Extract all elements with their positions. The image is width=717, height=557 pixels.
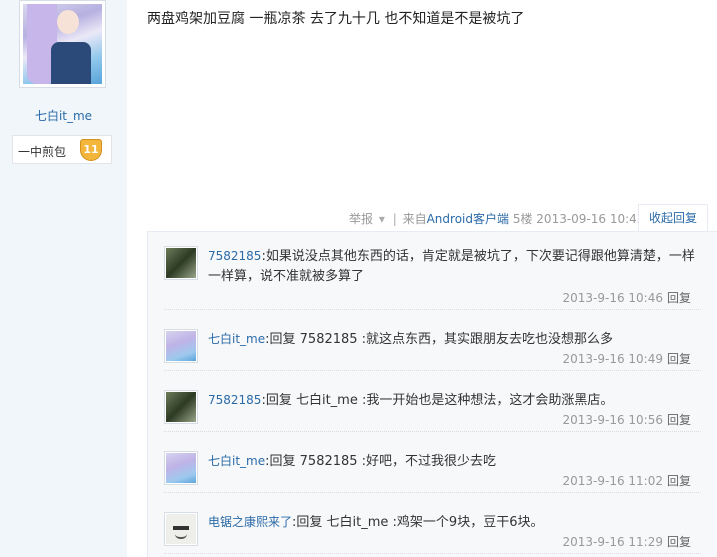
reply-button[interactable]: 回复 [667, 474, 691, 488]
reply-username[interactable]: 七白it_me [208, 332, 265, 346]
post-tail: 举报 ▾ | 来自Android客户端 5楼 2013-09-16 10:43 [349, 210, 644, 227]
author-sidebar: 七白it_me 一中煎包 11 [0, 0, 127, 557]
reply-button[interactable]: 回复 [667, 535, 691, 549]
author-avatar[interactable] [19, 0, 106, 88]
list-item: 7582185:如果说没点其他东西的话，肯定就是被坑了，下次要记得跟他算清楚，一… [164, 246, 701, 310]
reply-avatar[interactable] [164, 390, 198, 424]
author-rank[interactable]: 一中煎包 11 [12, 135, 112, 164]
reply-time: 2013-9-16 11:29 [562, 535, 663, 549]
rank-label: 一中煎包 [18, 145, 67, 159]
reply-username[interactable]: 7582185 [208, 249, 261, 263]
list-item: 7582185:回复 七白it_me :我一开始也是这种想法，这才会助涨黑店。 … [164, 390, 701, 432]
reply-time: 2013-9-16 10:46 [562, 291, 663, 305]
reply-username[interactable]: 电锯之康熙来了 [208, 515, 292, 529]
reply-list: 7582185:如果说没点其他东西的话，肯定就是被坑了，下次要记得跟他算清楚，一… [147, 231, 717, 557]
reply-avatar[interactable] [164, 329, 198, 363]
divider: | [392, 212, 397, 226]
reply-text: 回复 七白it_me :我一开始也是这种想法，这才会助涨黑店。 [265, 393, 614, 408]
reply-button[interactable]: 回复 [667, 352, 691, 366]
post-content: 两盘鸡架加豆腐 一瓶凉茶 去了九十几 也不知道是不是被坑了 [147, 11, 525, 27]
list-item: 电锯之康熙来了:回复 七白it_me :鸡架一个9块，豆干6块。 2013-9-… [164, 512, 701, 554]
reply-time: 2013-9-16 10:56 [562, 413, 663, 427]
reply-text: 如果说没点其他东西的话，肯定就是被坑了，下次要记得跟他算清楚，一样一样算，说不准… [208, 249, 695, 284]
anime-girl-avatar-image [23, 4, 102, 84]
reply-time: 2013-9-16 10:49 [562, 352, 663, 366]
collapse-replies-button[interactable]: 收起回复 [638, 204, 708, 232]
tree-avatar-icon [166, 248, 196, 278]
reply-avatar[interactable] [164, 451, 198, 485]
reply-text: 回复 7582185 :好吧，不过我很少去吃 [269, 454, 497, 469]
reply-username[interactable]: 7582185 [208, 393, 261, 407]
source-link[interactable]: Android客户端 [427, 212, 509, 226]
anime-girl-avatar-icon [166, 453, 196, 483]
reply-text: 回复 7582185 :就这点东西，其实跟朋友去吃也没想那么多 [269, 332, 614, 347]
reply-text: 回复 七白it_me :鸡架一个9块，豆干6块。 [296, 515, 544, 530]
reply-username[interactable]: 七白it_me [208, 454, 265, 468]
meme-face-avatar-icon [166, 514, 196, 544]
author-username[interactable]: 七白it_me [0, 107, 127, 124]
level-badge-icon: 11 [80, 139, 102, 161]
list-item: 七白it_me:回复 7582185 :就这点东西，其实跟朋友去吃也没想那么多 … [164, 329, 701, 371]
reply-avatar[interactable] [164, 512, 198, 546]
reply-button[interactable]: 回复 [667, 291, 691, 305]
chevron-down-icon: ▾ [378, 212, 385, 226]
reply-avatar[interactable] [164, 246, 198, 280]
floor-number: 5楼 [512, 212, 533, 226]
source-prefix: 来自 [402, 212, 427, 226]
post-datetime: 2013-09-16 10:43 [536, 212, 645, 226]
report-link[interactable]: 举报 [349, 212, 373, 226]
reply-time: 2013-9-16 11:02 [562, 474, 663, 488]
tree-avatar-icon [166, 392, 196, 422]
list-item: 七白it_me:回复 7582185 :好吧，不过我很少去吃 2013-9-16… [164, 451, 701, 493]
reply-button[interactable]: 回复 [667, 413, 691, 427]
anime-girl-avatar-icon [166, 331, 196, 361]
